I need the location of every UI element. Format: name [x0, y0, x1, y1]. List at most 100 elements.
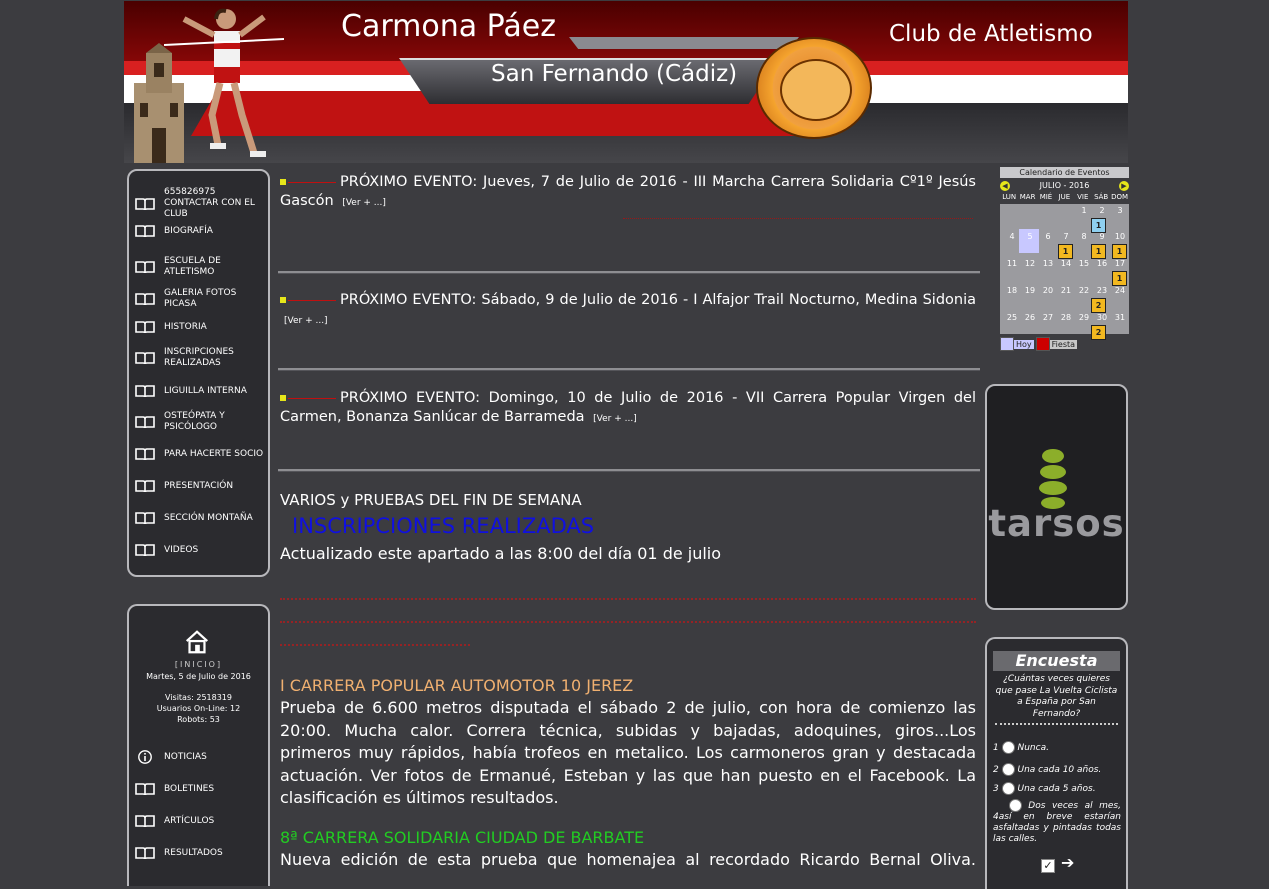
vote-arrow-icon[interactable]: ➔ — [1061, 853, 1074, 872]
menu-item-liguilla[interactable]: LIGUILLA INTERNA — [135, 384, 265, 398]
menu-item-videos[interactable]: VIDEOS — [135, 543, 265, 557]
menu-item-label: BIOGRAFÍA — [164, 225, 213, 236]
event-badge[interactable]: 1 — [1112, 244, 1127, 259]
book-icon — [135, 815, 155, 828]
event-badge[interactable]: 1 — [1091, 244, 1106, 259]
home-link[interactable]: [INICIO] — [129, 660, 268, 669]
calendar-day[interactable]: 6 — [1040, 232, 1056, 241]
menu-item-historia[interactable]: HISTORIA — [135, 320, 265, 334]
race-title: 8ª CARRERA SOLIDARIA CIUDAD DE BARBATE — [280, 828, 645, 847]
option-label: Nunca. — [1017, 743, 1049, 753]
event-badge[interactable]: 1 — [1058, 244, 1073, 259]
calendar-day[interactable]: 25 — [1004, 313, 1020, 322]
calendar-day[interactable]: 22 — [1076, 286, 1092, 295]
race-body: Prueba de 6.600 metros disputada el sába… — [280, 698, 976, 807]
radio-button[interactable] — [1001, 763, 1015, 776]
calendar-day[interactable]: 30 — [1094, 313, 1110, 322]
next-month-icon[interactable]: ▶ — [1118, 180, 1129, 191]
menu-item-noticias[interactable]: NOTICIAS — [135, 750, 265, 764]
poll-option[interactable]: 4 Dos veces al mes, así en breve estaría… — [993, 799, 1121, 845]
event-text: PRÓXIMO EVENTO: Sábado, 9 de Julio de 20… — [340, 292, 976, 308]
calendar-day[interactable]: 19 — [1022, 286, 1038, 295]
calendar-day[interactable]: 2 — [1094, 206, 1110, 215]
calendar-day[interactable]: 10 — [1112, 232, 1128, 241]
calendar-day[interactable]: 21 — [1058, 286, 1074, 295]
event-badge[interactable]: 1 — [1112, 271, 1127, 286]
section-title: VARIOS y PRUEBAS DEL FIN DE SEMANA — [280, 491, 582, 509]
menu-item-boletines[interactable]: BOLETINES — [135, 782, 265, 796]
calendar-day[interactable]: 17 — [1112, 259, 1128, 268]
calendar-day[interactable]: 3 — [1112, 206, 1128, 215]
menu-item-galeria[interactable]: GALERIA FOTOS PICASA — [135, 288, 265, 310]
menu-item-montana[interactable]: SECCIÓN MONTAÑA — [135, 511, 265, 525]
calendar-day[interactable]: 24 — [1112, 286, 1128, 295]
race-body: Nueva edición de esta prueba que homenaj… — [280, 850, 976, 869]
calendar-day[interactable]: 23 — [1094, 286, 1110, 295]
calendar-day[interactable]: 8 — [1076, 232, 1092, 241]
calendar-day[interactable]: 12 — [1022, 259, 1038, 268]
radio-button[interactable] — [1008, 799, 1022, 812]
menu-item-presentacion[interactable]: PRESENTACIÓN — [135, 479, 265, 493]
calendar-day[interactable]: 9 — [1094, 232, 1110, 241]
menu-item-inscripciones[interactable]: INSCRIPCIONES REALIZADAS — [135, 347, 265, 369]
menu-item-biografia[interactable]: BIOGRAFÍA — [135, 224, 265, 238]
menu-item-label: GALERIA FOTOS PICASA — [164, 288, 237, 309]
option-number: 3 — [993, 784, 999, 794]
menu-item-escuela[interactable]: ESCUELA DE ATLETISMO — [135, 256, 265, 278]
calendar-month: JULIO - 2016 — [1039, 181, 1090, 190]
event-item: PRÓXIMO EVENTO: Domingo, 10 de Julio de … — [280, 389, 976, 429]
red-rule — [288, 299, 336, 301]
calendar-day[interactable]: 14 — [1058, 259, 1074, 268]
menu-item-label: LIGUILLA INTERNA — [164, 385, 247, 396]
option-label: Una cada 10 años. — [1017, 765, 1102, 775]
poll-option[interactable]: 3 Una cada 5 años. — [993, 782, 1096, 795]
event-badge[interactable]: 1 — [1091, 218, 1106, 233]
vote-checkbox[interactable]: ✓ — [1041, 859, 1055, 873]
radio-button[interactable] — [1001, 741, 1015, 754]
event-badge[interactable]: 2 — [1091, 298, 1106, 313]
menu-item-socio[interactable]: PARA HACERTE SOCIO — [135, 447, 265, 461]
calendar-day[interactable]: 7 — [1058, 232, 1074, 241]
robots-count: Robots: 53 — [177, 715, 220, 724]
read-more-link[interactable]: [Ver + ...] — [342, 198, 386, 208]
menu-item-articulos[interactable]: ARTÍCULOS — [135, 814, 265, 828]
menu-item-label: SECCIÓN MONTAÑA — [164, 512, 253, 523]
calendar-day[interactable]: 31 — [1112, 313, 1128, 322]
calendar-day[interactable]: 20 — [1040, 286, 1056, 295]
main-menu: 655826975 CONTACTAR CON EL CLUB BIOGRAFÍ… — [127, 169, 270, 577]
menu-item-contact[interactable]: 655826975 CONTACTAR CON EL CLUB — [135, 187, 265, 220]
book-icon — [135, 352, 155, 365]
weekday: DOM — [1111, 193, 1129, 201]
sponsor-box[interactable]: tarsos — [985, 384, 1128, 610]
event-badge[interactable]: 2 — [1091, 325, 1106, 340]
read-more-link[interactable]: [Ver + ...] — [593, 414, 637, 424]
calendar-day[interactable]: 16 — [1094, 259, 1110, 268]
calendar-day[interactable]: 11 — [1004, 259, 1020, 268]
menu-item-resultados[interactable]: RESULTADOS — [135, 846, 265, 860]
menu-item-osteopata[interactable]: OSTEÓPATA Y PSICÓLOGO — [135, 411, 265, 433]
calendar-day[interactable]: 18 — [1004, 286, 1020, 295]
calendar-day[interactable]: 13 — [1040, 259, 1056, 268]
calendar-day[interactable]: 15 — [1076, 259, 1092, 268]
legend-today-label: Hoy — [1014, 339, 1034, 349]
calendar-day[interactable]: 27 — [1040, 313, 1056, 322]
calendar-day[interactable]: 26 — [1022, 313, 1038, 322]
book-icon — [135, 448, 155, 461]
read-more-link[interactable]: [Ver + ...] — [284, 316, 328, 326]
home-icon[interactable] — [183, 628, 211, 656]
calendar-day[interactable]: 5 — [1022, 232, 1038, 241]
calendar-day[interactable]: 28 — [1058, 313, 1074, 322]
event-item: PRÓXIMO EVENTO: Sábado, 9 de Julio de 20… — [280, 291, 976, 331]
event-calendar: Calendario de Eventos ◀ JULIO - 2016 ▶ L… — [1000, 167, 1129, 357]
inscripciones-link[interactable]: INSCRIPCIONES REALIZADAS — [292, 514, 594, 538]
current-date: Martes, 5 de Julio de 2016 — [146, 672, 251, 681]
calendar-day[interactable]: 1 — [1076, 206, 1092, 215]
calendar-legend: Hoy Fiesta — [1000, 337, 1129, 351]
poll-option[interactable]: 2 Una cada 10 años. — [993, 763, 1101, 776]
book-icon — [135, 197, 155, 210]
calendar-day[interactable]: 4 — [1004, 232, 1020, 241]
prev-month-icon[interactable]: ◀ — [1000, 180, 1010, 191]
calendar-day[interactable]: 29 — [1076, 313, 1092, 322]
radio-button[interactable] — [1001, 782, 1015, 795]
poll-option[interactable]: 1 Nunca. — [993, 741, 1049, 754]
